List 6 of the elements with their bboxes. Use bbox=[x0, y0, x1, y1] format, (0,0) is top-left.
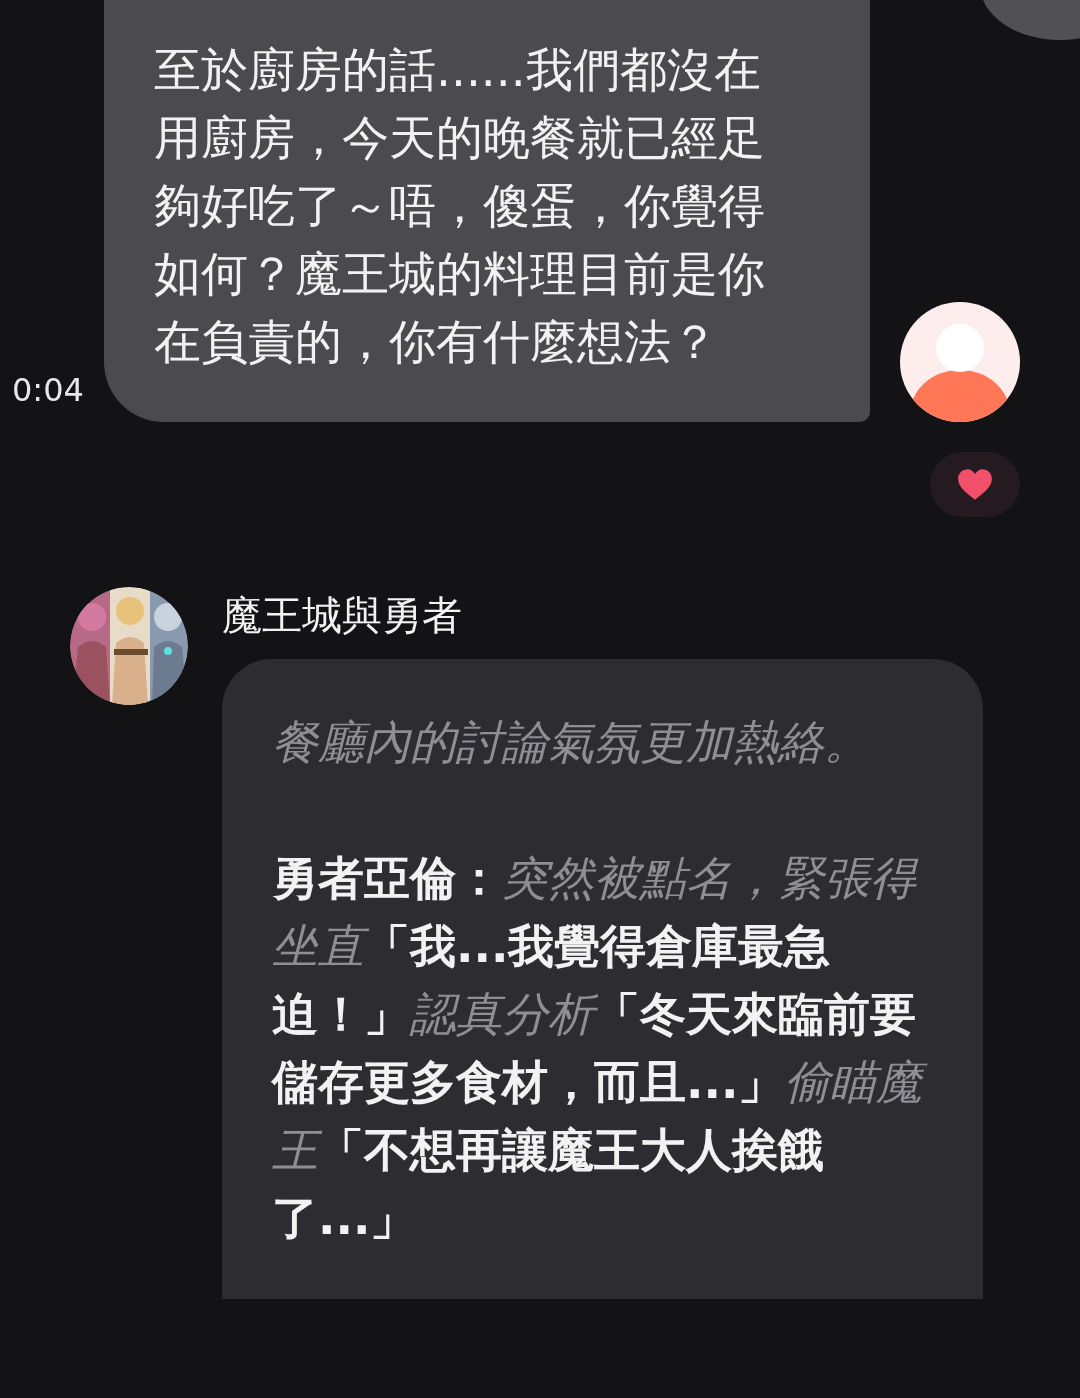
message-text: 勇者亞倫：突然被點名，緊張得坐直「我...我覺得倉庫最急迫！」認真分析「冬天來臨前要儲存更多食材，而且...」偷瞄魔王「不想再讓魔王大人挨餓了...」 bbox=[272, 844, 927, 1252]
sender-name: 魔王城與勇者 bbox=[222, 591, 463, 640]
heart-icon bbox=[956, 467, 994, 502]
message-text: 餐廳內的討論氣氛更加熱絡。 bbox=[272, 714, 871, 771]
message-text: 至於廚房的話......我們都沒在用廚房，今天的晚餐就已經足夠好吃了～唔，傻蛋，你覺得如何？魔王城的料理目前是你在負責的，你有什麼想法？ bbox=[154, 41, 766, 371]
message-time: 0:04 bbox=[11, 370, 85, 411]
